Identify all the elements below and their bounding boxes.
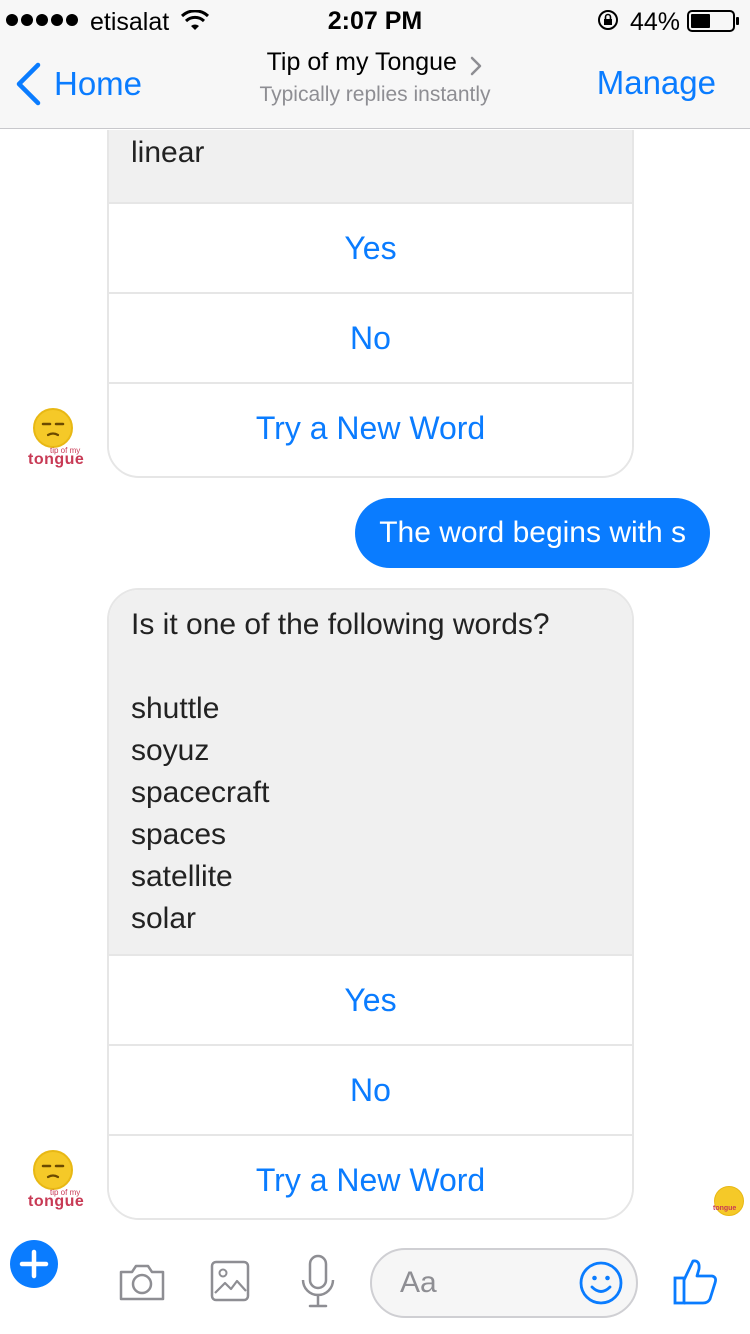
navigation-bar: Home Tip of my Tongue Typically replies … bbox=[0, 40, 750, 129]
plus-button[interactable] bbox=[10, 1240, 58, 1288]
reply-time-subtitle: Typically replies instantly bbox=[259, 83, 491, 106]
unamused-face-icon bbox=[33, 408, 73, 448]
message-input[interactable]: Aa bbox=[370, 1248, 638, 1318]
rotation-lock-icon bbox=[598, 10, 618, 30]
bot-message-text: Is it one of the following words? shuttl… bbox=[109, 590, 632, 954]
word-option: soyuz bbox=[131, 734, 210, 767]
chevron-left-icon bbox=[16, 62, 41, 106]
bot-avatar: tip of my tongue bbox=[28, 408, 86, 478]
microphone-icon[interactable] bbox=[300, 1254, 336, 1308]
input-placeholder: Aa bbox=[400, 1266, 437, 1299]
word-option: linear bbox=[131, 136, 205, 169]
quick-reply-try-new-word[interactable]: Try a New Word bbox=[109, 1134, 632, 1218]
camera-icon[interactable] bbox=[118, 1262, 166, 1302]
page-title: Tip of my Tongue bbox=[266, 48, 457, 76]
unamused-face-icon bbox=[33, 1150, 73, 1190]
emoji-icon[interactable] bbox=[578, 1260, 624, 1306]
chevron-right-icon bbox=[471, 56, 482, 76]
message-composer: Aa bbox=[0, 1234, 750, 1334]
question-text: Is it one of the following words? bbox=[131, 608, 550, 641]
thumbs-up-icon[interactable] bbox=[672, 1256, 718, 1306]
avatar-brand-text: tongue bbox=[28, 1193, 85, 1210]
quick-reply-no[interactable]: No bbox=[109, 292, 632, 382]
user-message-bubble[interactable]: The word begins with s bbox=[355, 498, 710, 568]
word-option: spacecraft bbox=[131, 776, 270, 809]
back-button[interactable]: Home bbox=[14, 62, 142, 106]
word-option: spaces bbox=[131, 818, 227, 851]
bot-message-card: Is it one of the following words? shuttl… bbox=[107, 588, 634, 1220]
bot-message-text: satellite linear bbox=[109, 130, 632, 202]
bot-message-card: satellite linear Yes No Try a New Word bbox=[107, 130, 634, 478]
avatar-brand-text: tongue bbox=[28, 451, 85, 468]
quick-reply-yes[interactable]: Yes bbox=[109, 954, 632, 1044]
quick-reply-no[interactable]: No bbox=[109, 1044, 632, 1134]
conversation-title[interactable]: Tip of my Tongue Typically replies insta… bbox=[200, 48, 550, 107]
image-icon[interactable] bbox=[210, 1260, 250, 1302]
word-option: satellite bbox=[131, 860, 233, 893]
word-option: solar bbox=[131, 902, 197, 935]
read-receipt-brand-text: tongue bbox=[713, 1205, 737, 1212]
battery-percent: 44% bbox=[630, 8, 681, 36]
status-bar: etisalat 2:07 PM 44% bbox=[0, 0, 750, 40]
back-label: Home bbox=[54, 65, 143, 102]
chat-thread[interactable]: satellite linear Yes No Try a New Word t… bbox=[0, 130, 750, 1234]
battery-icon bbox=[687, 10, 739, 32]
bot-avatar: tip of my tongue bbox=[28, 1150, 86, 1220]
plus-icon bbox=[19, 1249, 49, 1279]
quick-reply-try-new-word[interactable]: Try a New Word bbox=[109, 382, 632, 472]
quick-reply-yes[interactable]: Yes bbox=[109, 202, 632, 292]
read-receipt-avatar: tongue bbox=[713, 1186, 744, 1216]
manage-button[interactable]: Manage bbox=[597, 64, 716, 102]
word-option: shuttle bbox=[131, 692, 220, 725]
